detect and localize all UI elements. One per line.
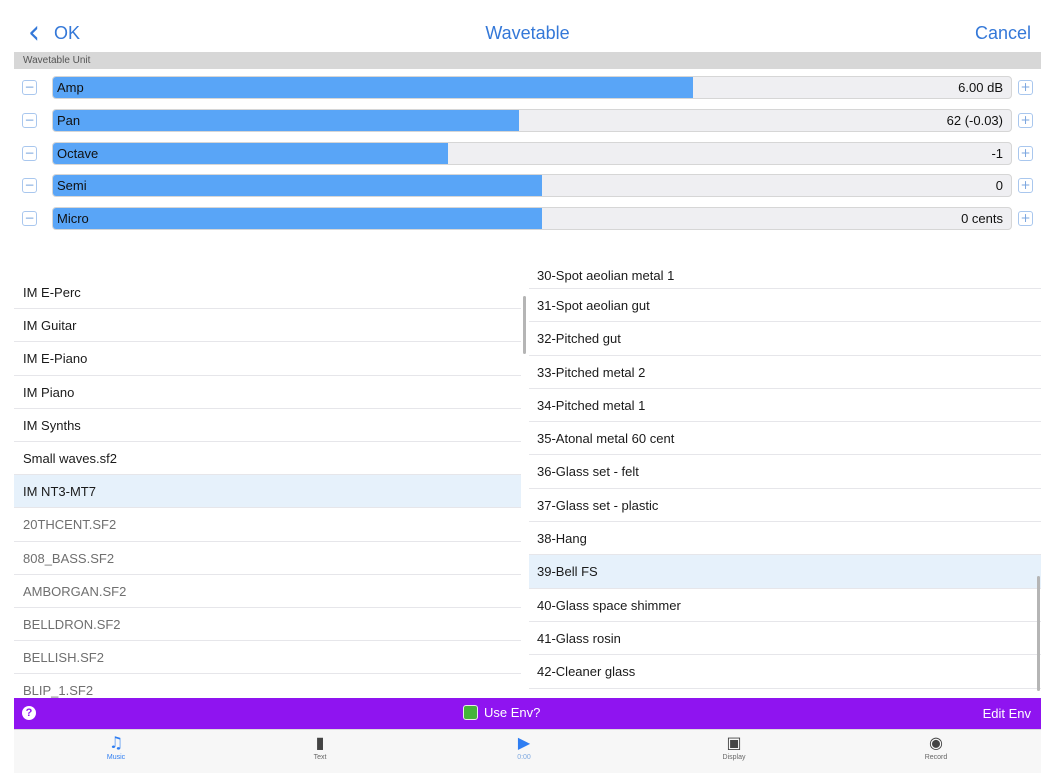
slider-row-octave: − Octave -1 + (14, 138, 1041, 171)
parameter-sliders: − Amp 6.00 dB + − Pan 62 (-0.03) + − Oct… (14, 72, 1041, 236)
navigation-bar: ‹ OK Wavetable Cancel (14, 14, 1041, 52)
preset-list[interactable]: 30-Spot aeolian metal 1 31-Spot aeolian … (529, 269, 1041, 698)
tab-music[interactable]: ♫ Music (66, 732, 166, 772)
micro-slider[interactable]: Micro 0 cents (52, 207, 1012, 231)
wavetable-screen: ‹ OK Wavetable Cancel Wavetable Unit − A… (14, 14, 1041, 773)
list-item[interactable]: 32-Pitched gut (529, 322, 1041, 356)
use-env-checkbox[interactable] (463, 705, 478, 720)
cancel-button[interactable]: Cancel (975, 23, 1031, 44)
slider-label: Octave (57, 145, 99, 161)
use-env-label: Use Env? (484, 705, 541, 720)
list-item[interactable]: 40-Glass space shimmer (529, 589, 1041, 622)
list-item[interactable]: AMBORGAN.SF2 (14, 575, 521, 608)
decrement-button[interactable]: − (22, 211, 37, 227)
increment-button[interactable]: + (1018, 178, 1033, 194)
increment-button[interactable]: + (1018, 112, 1033, 128)
list-item[interactable]: 38-Hang (529, 522, 1041, 556)
decrement-button[interactable]: − (22, 80, 37, 95)
tab-label: Text (313, 754, 327, 761)
decrement-button[interactable]: − (22, 145, 37, 161)
tab-label: Music (106, 754, 126, 761)
slider-label: Amp (57, 80, 84, 95)
semi-slider[interactable]: Semi 0 (52, 174, 1012, 198)
section-header: Wavetable Unit (14, 52, 1041, 69)
image-icon: ▣ (726, 733, 742, 752)
list-item[interactable]: 37-Glass set - plastic (529, 489, 1041, 523)
tab-bar: ♫ Music ▮ Text ▶ 0:00 ▣ Display ◉ Record (14, 729, 1041, 773)
list-item[interactable]: BELLISH.SF2 (14, 641, 521, 675)
slider-fill (53, 77, 693, 98)
list-item[interactable]: IM E-Perc (14, 276, 521, 310)
play-icon: ▶ (517, 733, 531, 752)
slider-fill (53, 142, 448, 164)
slider-value: 0 cents (961, 211, 1003, 227)
list-item[interactable]: BLIP_1.SF2 (14, 674, 521, 698)
page-title: Wavetable (485, 23, 570, 43)
slider-fill (53, 175, 542, 197)
tab-label: 0:00 (517, 754, 531, 761)
list-item[interactable]: 42-Cleaner glass (529, 655, 1041, 689)
slider-row-micro: − Micro 0 cents + (14, 203, 1041, 236)
tab-label: Display (722, 754, 746, 761)
list-item[interactable]: IM Synths (14, 409, 521, 442)
list-item[interactable]: 20THCENT.SF2 (14, 508, 521, 542)
list-item[interactable]: 30-Spot aeolian metal 1 (529, 269, 1041, 289)
left-list-scrollbar[interactable] (523, 296, 526, 354)
list-item[interactable]: IM E-Piano (14, 342, 521, 376)
slider-fill (53, 208, 542, 230)
slider-label: Semi (57, 178, 87, 194)
increment-button[interactable]: + (1018, 211, 1033, 227)
tab-display[interactable]: ▣ Display (684, 732, 784, 772)
edit-env-button[interactable]: Edit Env (983, 706, 1031, 721)
music-note-icon: ♫ (108, 733, 124, 752)
list-item[interactable]: IM Guitar (14, 309, 521, 343)
slider-label: Micro (57, 211, 89, 227)
document-icon: ▮ (315, 733, 325, 752)
list-item[interactable]: BELLDRON.SF2 (14, 608, 521, 642)
list-item[interactable]: 35-Atonal metal 60 cent (529, 422, 1041, 456)
list-item[interactable]: 36-Glass set - felt (529, 455, 1041, 489)
help-icon[interactable]: ? (22, 706, 36, 720)
soundfont-list[interactable]: IM E-Perc IM Guitar IM E-Piano IM Piano … (14, 276, 521, 698)
list-item-selected[interactable]: IM NT3-MT7 (14, 475, 521, 509)
pan-slider[interactable]: Pan 62 (-0.03) (52, 108, 1012, 132)
slider-label: Pan (57, 112, 81, 128)
list-item[interactable]: IM Piano (14, 376, 521, 409)
tab-record[interactable]: ◉ Record (886, 732, 986, 772)
slider-value: 0 (995, 178, 1003, 194)
increment-button[interactable]: + (1018, 80, 1033, 95)
decrement-button[interactable]: − (22, 112, 37, 128)
list-item[interactable]: 808_BASS.SF2 (14, 542, 521, 575)
envelope-bar: ? Use Env? Edit Env (14, 698, 1041, 729)
slider-value: -1 (991, 145, 1003, 161)
slider-row-amp: − Amp 6.00 dB + (14, 72, 1041, 105)
decrement-button[interactable]: − (22, 178, 37, 194)
tab-play[interactable]: ▶ 0:00 (474, 732, 574, 772)
slider-row-pan: − Pan 62 (-0.03) + (14, 105, 1041, 138)
list-item[interactable]: Small waves.sf2 (14, 442, 521, 476)
slider-row-semi: − Semi 0 + (14, 170, 1041, 203)
list-item[interactable]: 34-Pitched metal 1 (529, 389, 1041, 423)
octave-slider[interactable]: Octave -1 (52, 141, 1012, 165)
right-list-scrollbar[interactable] (1037, 576, 1040, 691)
list-item[interactable]: 41-Glass rosin (529, 622, 1041, 656)
list-item-selected[interactable]: 39-Bell FS (529, 555, 1041, 589)
tab-text[interactable]: ▮ Text (270, 732, 370, 772)
amp-slider[interactable]: Amp 6.00 dB (52, 76, 1012, 99)
record-icon: ◉ (929, 733, 943, 752)
slider-value: 62 (-0.03) (946, 112, 1003, 128)
use-env-toggle[interactable]: Use Env? (463, 705, 540, 720)
list-item[interactable]: 33-Pitched metal 2 (529, 356, 1041, 389)
list-item[interactable]: 31-Spot aeolian gut (529, 289, 1041, 323)
slider-value: 6.00 dB (958, 80, 1003, 95)
tab-label: Record (924, 754, 948, 761)
slider-fill (53, 109, 519, 131)
increment-button[interactable]: + (1018, 145, 1033, 161)
